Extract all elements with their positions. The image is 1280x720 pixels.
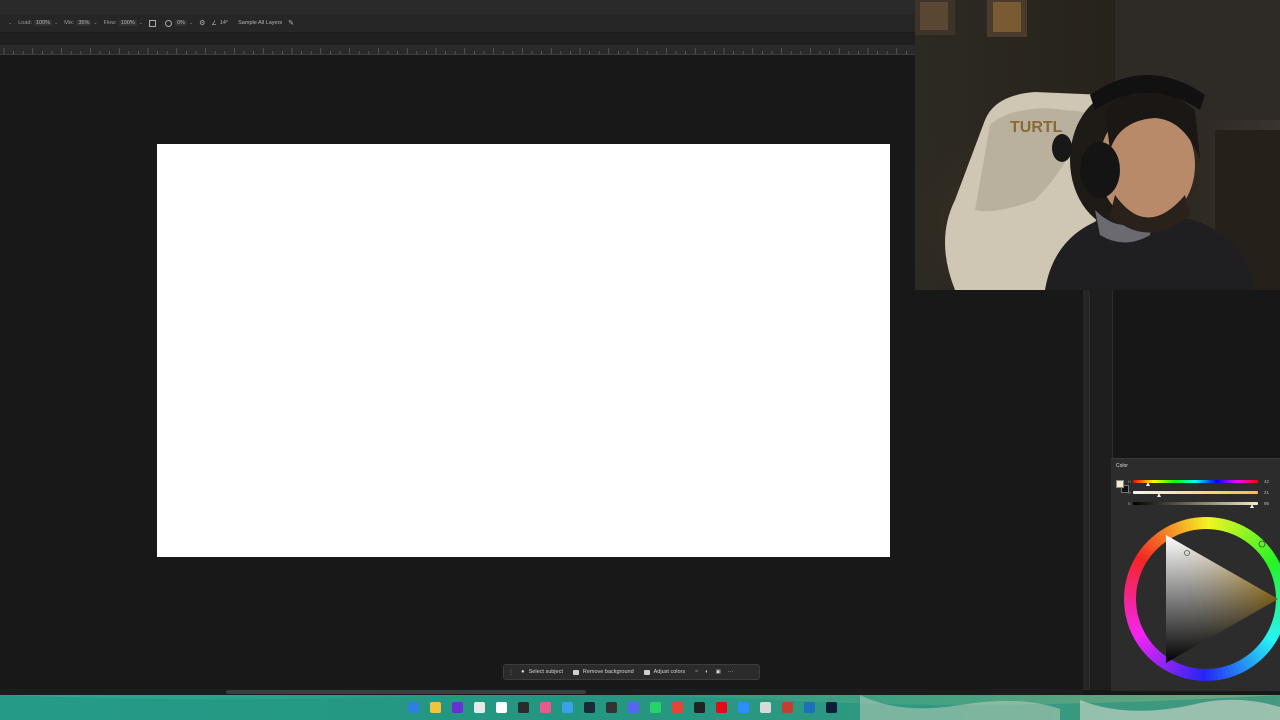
- brightness-value[interactable]: 95: [1264, 501, 1269, 506]
- gear-icon[interactable]: ⚙: [199, 19, 205, 27]
- saturation-label: S: [1128, 490, 1131, 495]
- file-explorer-icon[interactable]: [430, 702, 441, 713]
- webcam-image: TURTL: [915, 0, 1280, 290]
- angle-value[interactable]: 14°: [220, 20, 228, 26]
- chevron-down-icon[interactable]: ⌄: [93, 20, 97, 26]
- select-subject-button[interactable]: ● Select subject: [521, 669, 563, 675]
- color-panel: Color H 42 S 21 B 95: [1111, 458, 1280, 691]
- remove-background-label: Remove background: [582, 669, 634, 675]
- angle-control[interactable]: ∠ 14°: [211, 20, 228, 27]
- load-value[interactable]: 100%: [33, 20, 53, 26]
- tool-options-bar: ⌄ Load: 100% ⌄ Mix: 35% ⌄ Flow: 100% ⌄ 0…: [0, 14, 915, 33]
- app-icon[interactable]: [474, 702, 485, 713]
- mix-label: Mix:: [64, 20, 75, 26]
- hue-slider[interactable]: [1133, 480, 1258, 483]
- nzxt-icon[interactable]: [452, 702, 463, 713]
- webcam-overlay: TURTL: [915, 0, 1280, 290]
- more-options-icon[interactable]: ···: [728, 669, 734, 675]
- horizontal-scrollbar-thumb[interactable]: [226, 690, 586, 694]
- smoothing-value[interactable]: 0%: [174, 20, 187, 26]
- airbrush-icon[interactable]: [148, 19, 156, 27]
- smoothing-icon: [164, 19, 172, 27]
- desktop-wallpaper-strip: [0, 695, 1280, 720]
- smoothing-control[interactable]: 0% ⌄: [164, 19, 193, 27]
- contextual-task-bar: ⋮ ● Select subject Remove background Adj…: [503, 664, 760, 680]
- hue-label: H: [1128, 479, 1131, 484]
- steam-icon[interactable]: [584, 702, 595, 713]
- flow-value[interactable]: 100%: [118, 20, 137, 26]
- hue-value[interactable]: 42: [1264, 479, 1269, 484]
- sample-all-layers-label: Sample All Layers: [238, 20, 283, 26]
- image-icon: [572, 669, 579, 675]
- remove-background-button[interactable]: Remove background: [572, 669, 634, 675]
- chevron-down-icon[interactable]: ⌄: [139, 20, 143, 26]
- half-circle-icon[interactable]: ◐: [705, 669, 708, 675]
- drag-handle-icon[interactable]: ⋮: [508, 669, 514, 676]
- app3-icon[interactable]: [782, 702, 793, 713]
- person-icon: ●: [521, 669, 525, 675]
- load-label: Load:: [18, 20, 32, 26]
- layers-icon[interactable]: ▣: [716, 669, 721, 675]
- document-canvas[interactable]: [157, 144, 890, 557]
- sample-all-layers-checkbox[interactable]: Sample All Layers: [238, 20, 282, 26]
- load-control[interactable]: Load: 100% ⌄: [18, 20, 58, 26]
- adjust-icon: [643, 669, 650, 675]
- mix-value[interactable]: 35%: [76, 20, 92, 26]
- color-panel-title: Color: [1116, 463, 1128, 469]
- saturation-slider[interactable]: [1133, 491, 1258, 494]
- twitter-icon[interactable]: [562, 702, 573, 713]
- xbox-icon[interactable]: [496, 702, 507, 713]
- obs-icon[interactable]: [518, 702, 529, 713]
- brightness-slider[interactable]: [1133, 502, 1258, 505]
- angle-icon: ∠: [211, 20, 217, 27]
- saturation-value[interactable]: 21: [1264, 490, 1269, 495]
- media-icon[interactable]: [694, 702, 705, 713]
- brightness-label: B: [1128, 501, 1131, 506]
- horizontal-ruler: [0, 45, 915, 55]
- adjust-colors-label: Adjust colors: [653, 669, 686, 675]
- photoshop-icon[interactable]: [826, 702, 837, 713]
- mix-control[interactable]: Mix: 35% ⌄: [64, 20, 98, 26]
- document-tab-strip: [0, 33, 915, 45]
- hue-slider-thumb[interactable]: [1146, 482, 1150, 486]
- pressure-icon[interactable]: ✎: [288, 19, 294, 27]
- app4-icon[interactable]: [804, 702, 815, 713]
- chevron-down-icon[interactable]: ⌄: [54, 20, 58, 26]
- panel-icon-column: [1089, 290, 1113, 690]
- zoom-icon[interactable]: [738, 702, 749, 713]
- menu-bar: [0, 0, 915, 14]
- saturation-slider-thumb[interactable]: [1157, 493, 1162, 497]
- discord-icon[interactable]: [628, 702, 639, 713]
- windows-taskbar: [0, 695, 1280, 720]
- app2-icon[interactable]: [760, 702, 771, 713]
- netflix-icon[interactable]: [716, 702, 727, 713]
- chevron-down-icon[interactable]: ⌄: [189, 20, 193, 26]
- chrome-icon[interactable]: [672, 702, 683, 713]
- color-wheel[interactable]: [1111, 507, 1280, 691]
- hue-ring-segment[interactable]: [1124, 598, 1137, 604]
- hue-ring-segment[interactable]: [1205, 668, 1211, 681]
- chair-logo: TURTL: [1010, 119, 1063, 136]
- transform-icon[interactable]: ⌗: [695, 669, 698, 676]
- hue-ring-segment[interactable]: [1201, 517, 1207, 530]
- adjust-colors-button[interactable]: Adjust colors: [643, 669, 686, 675]
- chevron-down-icon[interactable]: ⌄: [8, 20, 12, 26]
- browser-icon[interactable]: [540, 702, 551, 713]
- flow-control[interactable]: Flow: 100% ⌄: [104, 20, 143, 26]
- foreground-color-swatch[interactable]: [1116, 480, 1124, 488]
- whatsapp-icon[interactable]: [650, 702, 661, 713]
- flow-label: Flow:: [103, 20, 117, 26]
- dots-icon[interactable]: [606, 702, 617, 713]
- select-subject-label: Select subject: [528, 669, 563, 675]
- windows-icon[interactable]: [408, 702, 419, 713]
